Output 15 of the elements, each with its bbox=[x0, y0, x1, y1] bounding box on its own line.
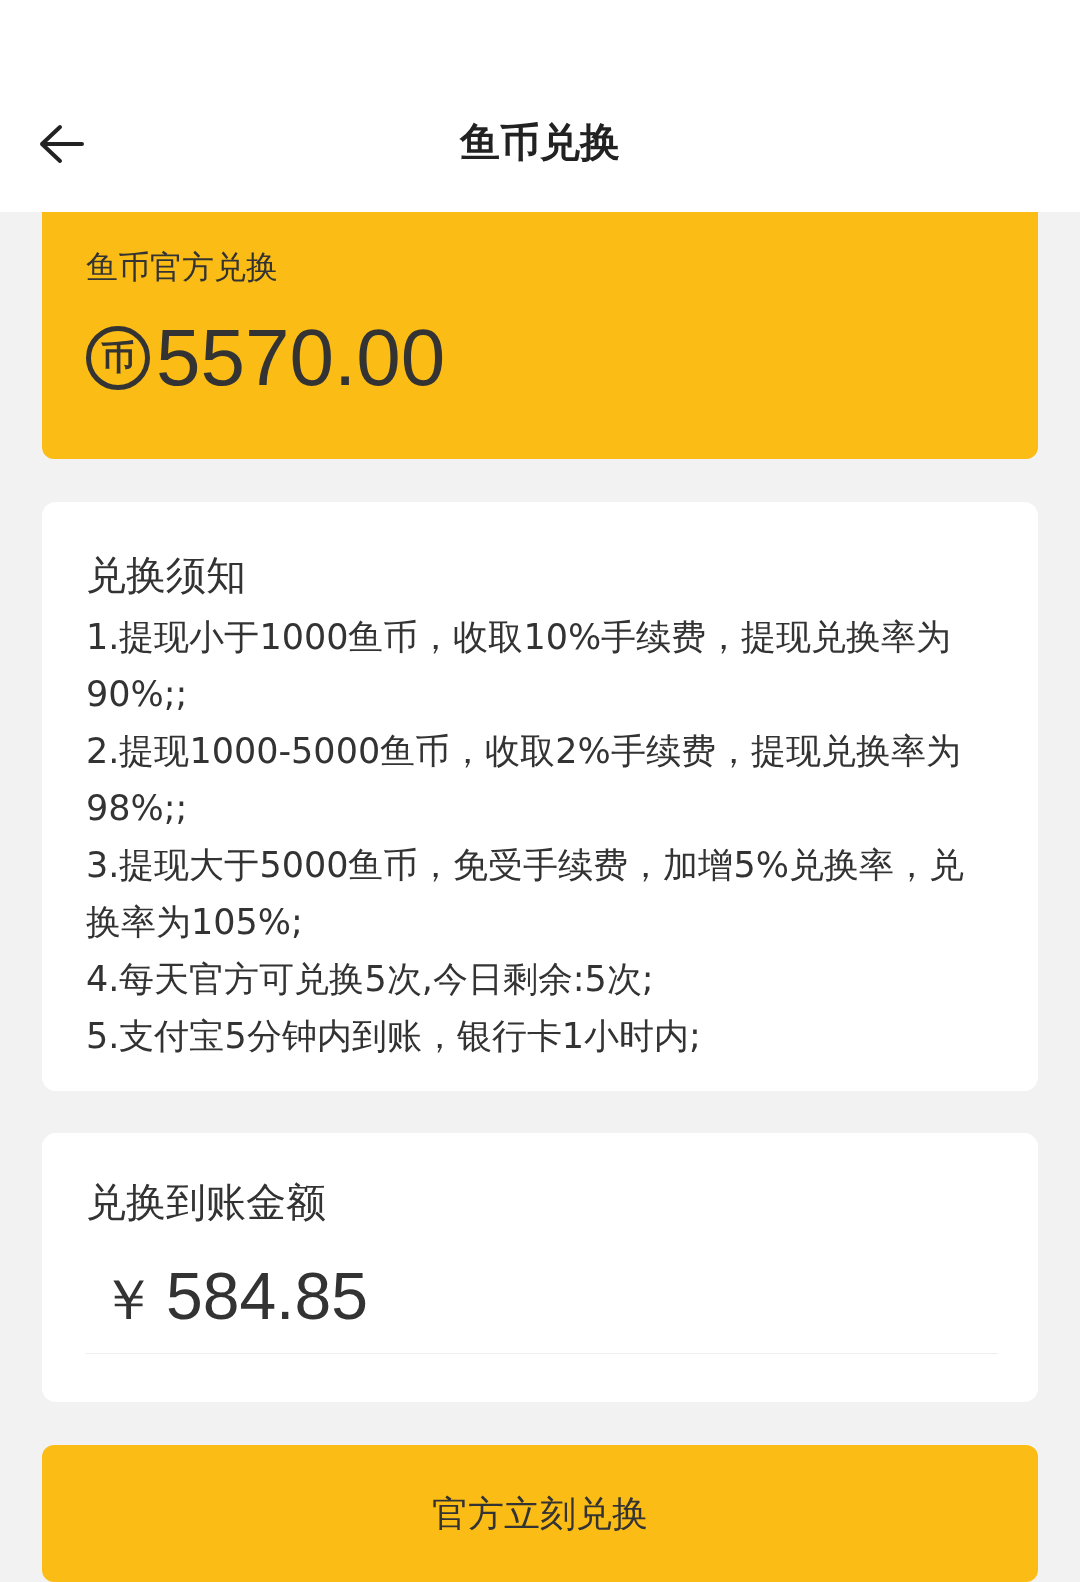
payout-label: 兑换到账金额 bbox=[86, 1177, 327, 1227]
balance-amount: 5570.00 bbox=[156, 312, 446, 405]
notice-rule: 3.提现大于5000鱼币，免受手续费，加增5%兑换率，兑换率为105%; bbox=[86, 844, 965, 945]
notice-title: 兑换须知 bbox=[86, 551, 247, 601]
notice-rule: 4.每天官方可兑换5次,今日剩余:5次; bbox=[86, 958, 655, 1002]
currency-symbol: ￥ bbox=[100, 1265, 156, 1334]
page-title: 鱼币兑换 bbox=[460, 118, 620, 168]
balance-label: 鱼币官方兑换 bbox=[86, 247, 279, 289]
coin-icon: 币 bbox=[86, 326, 150, 391]
notice-rule: 1.提现小于1000鱼币，收取10%手续费，提现兑换率为90%;; bbox=[86, 616, 953, 717]
payout-amount: 584.85 bbox=[166, 1257, 368, 1334]
back-icon[interactable] bbox=[38, 124, 84, 164]
notice-rule: 5.支付宝5分钟内到账，银行卡1小时内; bbox=[86, 1015, 702, 1059]
notice-rule: 2.提现1000-5000鱼币，收取2%手续费，提现兑换率为98%;; bbox=[86, 730, 962, 831]
exchange-button[interactable]: 官方立刻兑换 bbox=[42, 1445, 1038, 1582]
